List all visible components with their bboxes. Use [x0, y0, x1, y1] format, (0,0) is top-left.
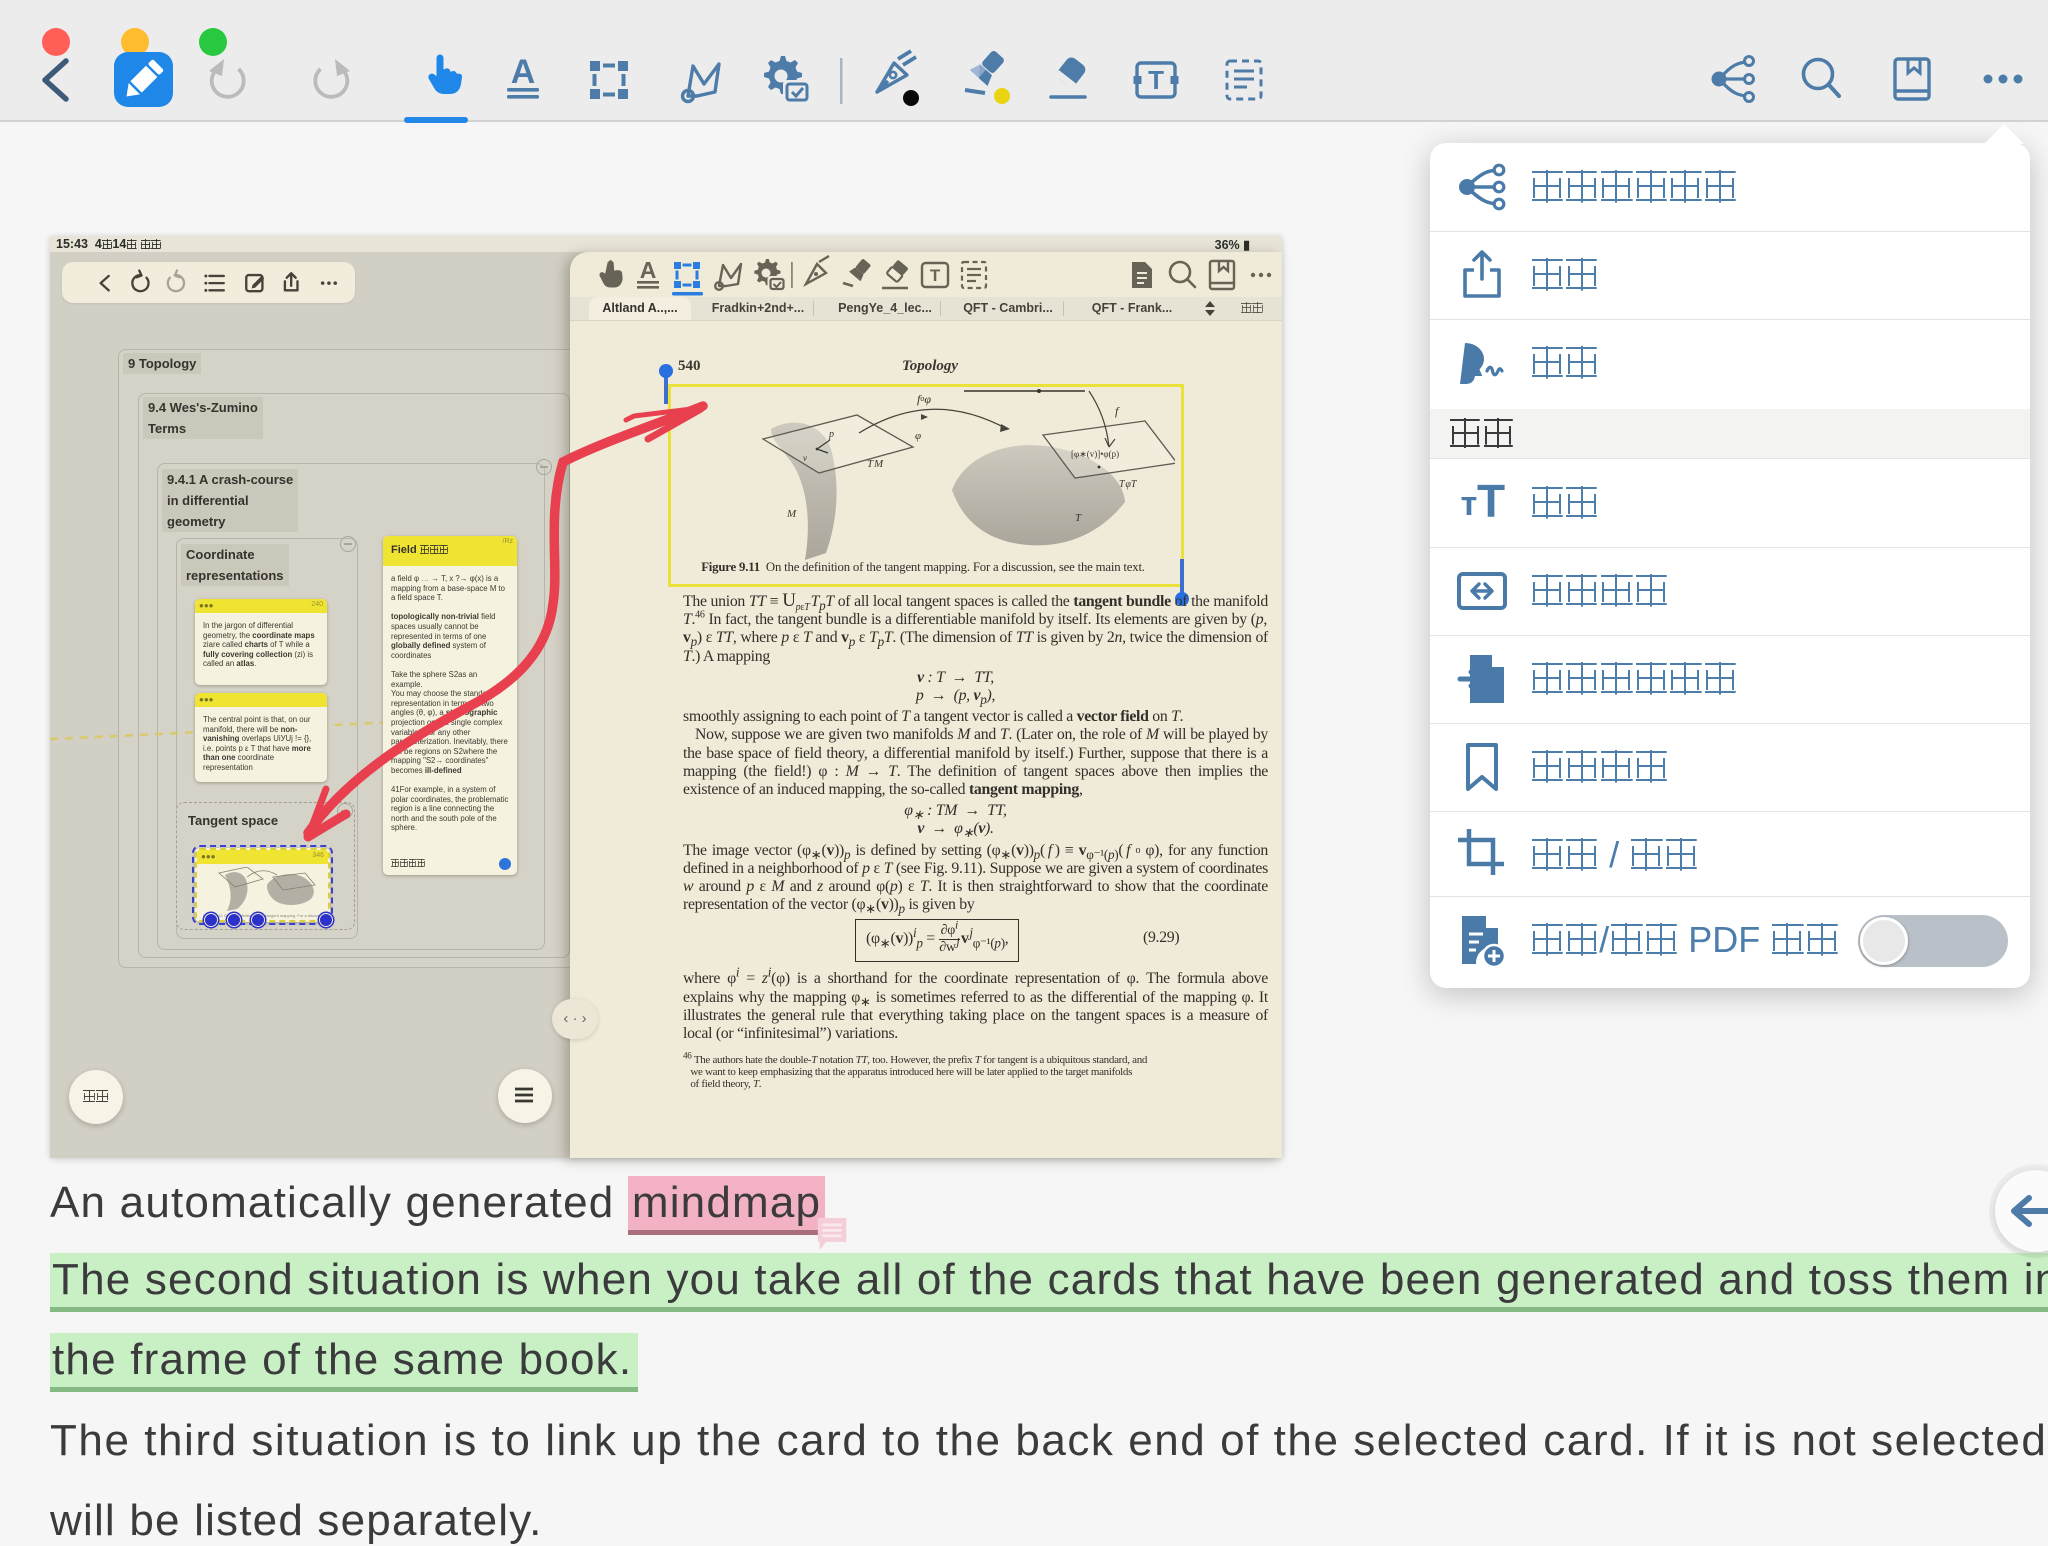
svg-text:A: A — [511, 53, 536, 91]
svg-text:T: T — [1477, 475, 1505, 527]
svg-text:т: т — [1461, 485, 1478, 523]
svg-text:T: T — [1148, 65, 1164, 95]
